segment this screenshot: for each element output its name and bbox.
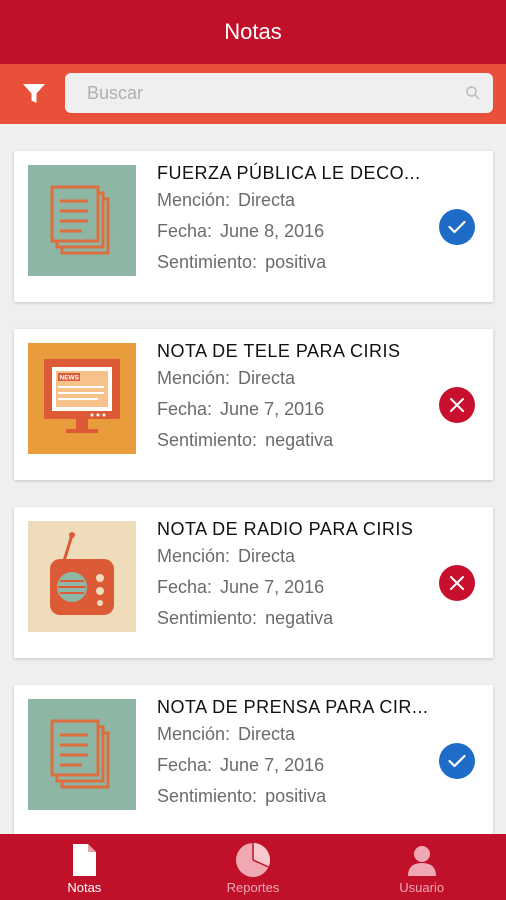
funnel-icon bbox=[23, 84, 45, 103]
sentimiento-label: Sentimiento: bbox=[157, 252, 258, 272]
note-card[interactable]: NOTA DE RADIO PARA CIRIS Mención: Directa… bbox=[14, 507, 493, 658]
document-stack-icon bbox=[28, 699, 136, 810]
fecha-value: June 7, 2016 bbox=[220, 755, 325, 775]
mencion-label: Mención: bbox=[157, 368, 231, 388]
document-stack-icon bbox=[28, 165, 136, 276]
search-input[interactable] bbox=[65, 73, 493, 113]
search-icon[interactable] bbox=[465, 85, 481, 101]
mencion-label: Mención: bbox=[157, 546, 231, 566]
sentimiento-label: Sentimiento: bbox=[157, 786, 258, 806]
note-card[interactable]: FUERZA PÚBLICA LE DECO... Mención: Direct… bbox=[14, 151, 493, 302]
search-bar bbox=[0, 64, 506, 124]
fecha-label: Fecha: bbox=[157, 755, 213, 775]
document-icon bbox=[73, 844, 97, 876]
note-title: NOTA DE TELE PARA CIRIS bbox=[157, 341, 401, 361]
checkmark-icon[interactable] bbox=[439, 743, 475, 779]
mencion-value: Directa bbox=[238, 368, 296, 388]
sentimiento-value: positiva bbox=[265, 786, 327, 806]
note-mencion: Mención: Directa bbox=[157, 185, 427, 216]
fecha-value: June 8, 2016 bbox=[220, 221, 325, 241]
note-title: FUERZA PÚBLICA LE DECO... bbox=[157, 163, 421, 183]
note-title: NOTA DE RADIO PARA CIRIS bbox=[157, 519, 414, 539]
tv-news-text: NEWS bbox=[60, 375, 80, 382]
mencion-label: Mención: bbox=[157, 724, 231, 744]
sentimiento-value: negativa bbox=[265, 608, 334, 628]
search-field[interactable] bbox=[65, 73, 493, 113]
user-icon bbox=[407, 846, 436, 876]
note-details: NOTA DE RADIO PARA CIRIS Mención: Directa… bbox=[157, 517, 427, 634]
note-mencion: Mención: Directa bbox=[157, 719, 427, 750]
note-details: NOTA DE TELE PARA CIRIS Mención: Directa … bbox=[157, 339, 427, 456]
mencion-value: Directa bbox=[238, 724, 296, 744]
fecha-value: June 7, 2016 bbox=[220, 577, 325, 597]
notes-list[interactable]: FUERZA PÚBLICA LE DECO... Mención: Direct… bbox=[0, 124, 506, 834]
note-fecha: Fecha: June 7, 2016 bbox=[157, 394, 427, 425]
mencion-label: Mención: bbox=[157, 190, 231, 210]
mencion-value: Directa bbox=[238, 546, 296, 566]
note-sentimiento: Sentimiento: positiva bbox=[157, 781, 427, 812]
filter-button[interactable] bbox=[18, 78, 50, 110]
note-sentimiento: Sentimiento: positiva bbox=[157, 247, 427, 278]
note-card[interactable]: NEWS NOTA DE TELE PARA CIRIS Mención: Dir… bbox=[14, 329, 493, 480]
note-sentimiento: Sentimiento: negativa bbox=[157, 425, 427, 456]
fecha-label: Fecha: bbox=[157, 577, 213, 597]
fecha-value: June 7, 2016 bbox=[220, 399, 325, 419]
pie-chart-icon bbox=[236, 843, 271, 877]
note-mencion: Mención: Directa bbox=[157, 363, 427, 394]
sentimiento-value: positiva bbox=[265, 252, 327, 272]
note-sentimiento: Sentimiento: negativa bbox=[157, 603, 427, 634]
tab-usuario[interactable]: Usuario bbox=[337, 834, 506, 900]
x-mark-icon[interactable] bbox=[439, 387, 475, 423]
page-title: Notas bbox=[224, 19, 282, 44]
note-title: NOTA DE PRENSA PARA CIR... bbox=[157, 697, 427, 717]
checkmark-icon[interactable] bbox=[439, 209, 475, 245]
note-mencion: Mención: Directa bbox=[157, 541, 427, 572]
fecha-label: Fecha: bbox=[157, 399, 213, 419]
tv-monitor-icon: NEWS bbox=[28, 343, 136, 454]
mencion-value: Directa bbox=[238, 190, 296, 210]
sentimiento-value: negativa bbox=[265, 430, 334, 450]
fecha-label: Fecha: bbox=[157, 221, 213, 241]
x-mark-icon[interactable] bbox=[439, 565, 475, 601]
tab-reportes[interactable]: Reportes bbox=[169, 834, 338, 900]
note-card[interactable]: NOTA DE PRENSA PARA CIR... Mención: Direc… bbox=[14, 685, 493, 834]
sentimiento-label: Sentimiento: bbox=[157, 430, 258, 450]
tab-bar: Notas Reportes Usuario bbox=[0, 834, 506, 900]
tab-label: Notas bbox=[67, 880, 102, 895]
sentimiento-label: Sentimiento: bbox=[157, 608, 258, 628]
tab-notas[interactable]: Notas bbox=[0, 834, 169, 900]
tab-label: Usuario bbox=[399, 880, 445, 895]
note-fecha: Fecha: June 8, 2016 bbox=[157, 216, 427, 247]
note-details: NOTA DE PRENSA PARA CIR... Mención: Direc… bbox=[157, 695, 427, 812]
tab-label: Reportes bbox=[226, 880, 280, 895]
note-details: FUERZA PÚBLICA LE DECO... Mención: Direct… bbox=[157, 161, 427, 278]
note-fecha: Fecha: June 7, 2016 bbox=[157, 572, 427, 603]
radio-icon bbox=[28, 521, 136, 632]
note-fecha: Fecha: June 7, 2016 bbox=[157, 750, 427, 781]
title-bar: Notas bbox=[0, 0, 506, 64]
